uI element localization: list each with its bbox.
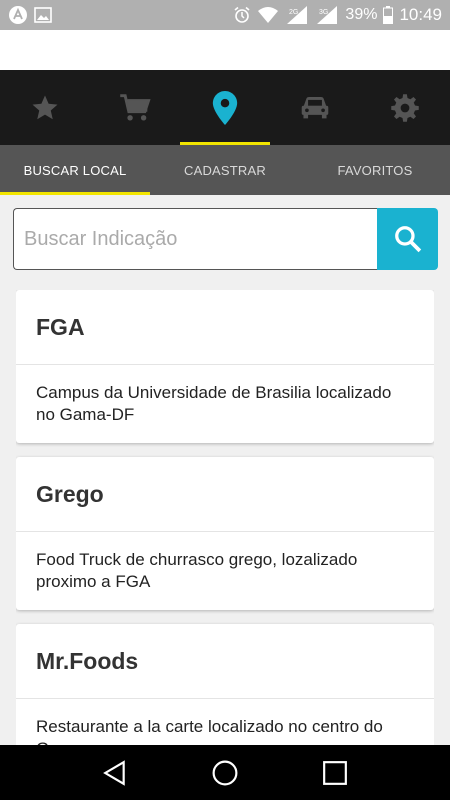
text-tab-bar: BUSCAR LOCAL CADASTRAR FAVORITOS xyxy=(0,145,450,195)
nav-tab-favorites[interactable] xyxy=(0,70,90,145)
alarm-icon xyxy=(233,6,251,24)
app-header xyxy=(0,30,450,70)
recents-icon xyxy=(323,760,347,785)
place-card[interactable]: FGA Campus da Universidade de Brasilia l… xyxy=(16,290,434,443)
svg-text:2G: 2G xyxy=(289,9,298,16)
nav-tab-settings[interactable] xyxy=(360,70,450,145)
status-left xyxy=(8,5,52,25)
place-card[interactable]: Mr.Foods Restaurante a la carte localiza… xyxy=(16,624,434,745)
home-button[interactable] xyxy=(195,745,255,800)
search-bar xyxy=(13,208,438,270)
cart-icon xyxy=(120,93,151,121)
place-description: Food Truck de churrasco grego, lozalizad… xyxy=(36,550,358,591)
place-title: Mr.Foods xyxy=(16,624,434,699)
battery-icon xyxy=(383,6,394,24)
tab-cadastrar[interactable]: CADASTRAR xyxy=(150,145,300,195)
clock: 10:49 xyxy=(399,5,442,24)
app-icon xyxy=(8,5,28,25)
search-icon xyxy=(394,226,421,253)
system-nav-bar xyxy=(0,745,450,800)
home-icon xyxy=(212,760,238,785)
gear-icon xyxy=(391,93,419,122)
status-right: 2G 3G 39% 10:49 xyxy=(233,5,442,25)
location-pin-icon xyxy=(212,90,238,125)
signal-icon: 2G xyxy=(285,5,309,25)
star-icon xyxy=(32,95,58,119)
battery-percent: 39% xyxy=(345,6,378,23)
svg-text:3G: 3G xyxy=(319,9,328,16)
recents-button[interactable] xyxy=(305,745,365,800)
nav-tab-car[interactable] xyxy=(270,70,360,145)
search-button[interactable] xyxy=(377,208,438,270)
back-button[interactable] xyxy=(85,745,145,800)
tab-favoritos[interactable]: FAVORITOS xyxy=(300,145,450,195)
back-icon xyxy=(103,759,125,786)
nav-tab-cart[interactable] xyxy=(90,70,180,145)
car-icon xyxy=(301,96,329,118)
search-input[interactable] xyxy=(13,208,377,270)
place-card[interactable]: Grego Food Truck de churrasco grego, loz… xyxy=(16,457,434,610)
results-list: FGA Campus da Universidade de Brasilia l… xyxy=(16,290,434,745)
wifi-icon xyxy=(257,6,279,24)
place-title: FGA xyxy=(16,290,434,365)
place-description: Restaurante a la carte localizado no cen… xyxy=(36,717,383,745)
place-title: Grego xyxy=(16,457,434,532)
image-icon xyxy=(34,7,52,23)
tab-buscar-local[interactable]: BUSCAR LOCAL xyxy=(0,145,150,195)
icon-nav-bar xyxy=(0,70,450,145)
signal-icon-2: 3G xyxy=(315,5,339,25)
nav-tab-location[interactable] xyxy=(180,70,270,145)
status-bar: 2G 3G 39% 10:49 xyxy=(0,0,450,30)
app-screen: 2G 3G 39% 10:49 BUSCAR LOCAL CADASTRAR F… xyxy=(0,0,450,800)
place-description: Campus da Universidade de Brasilia local… xyxy=(36,383,392,424)
